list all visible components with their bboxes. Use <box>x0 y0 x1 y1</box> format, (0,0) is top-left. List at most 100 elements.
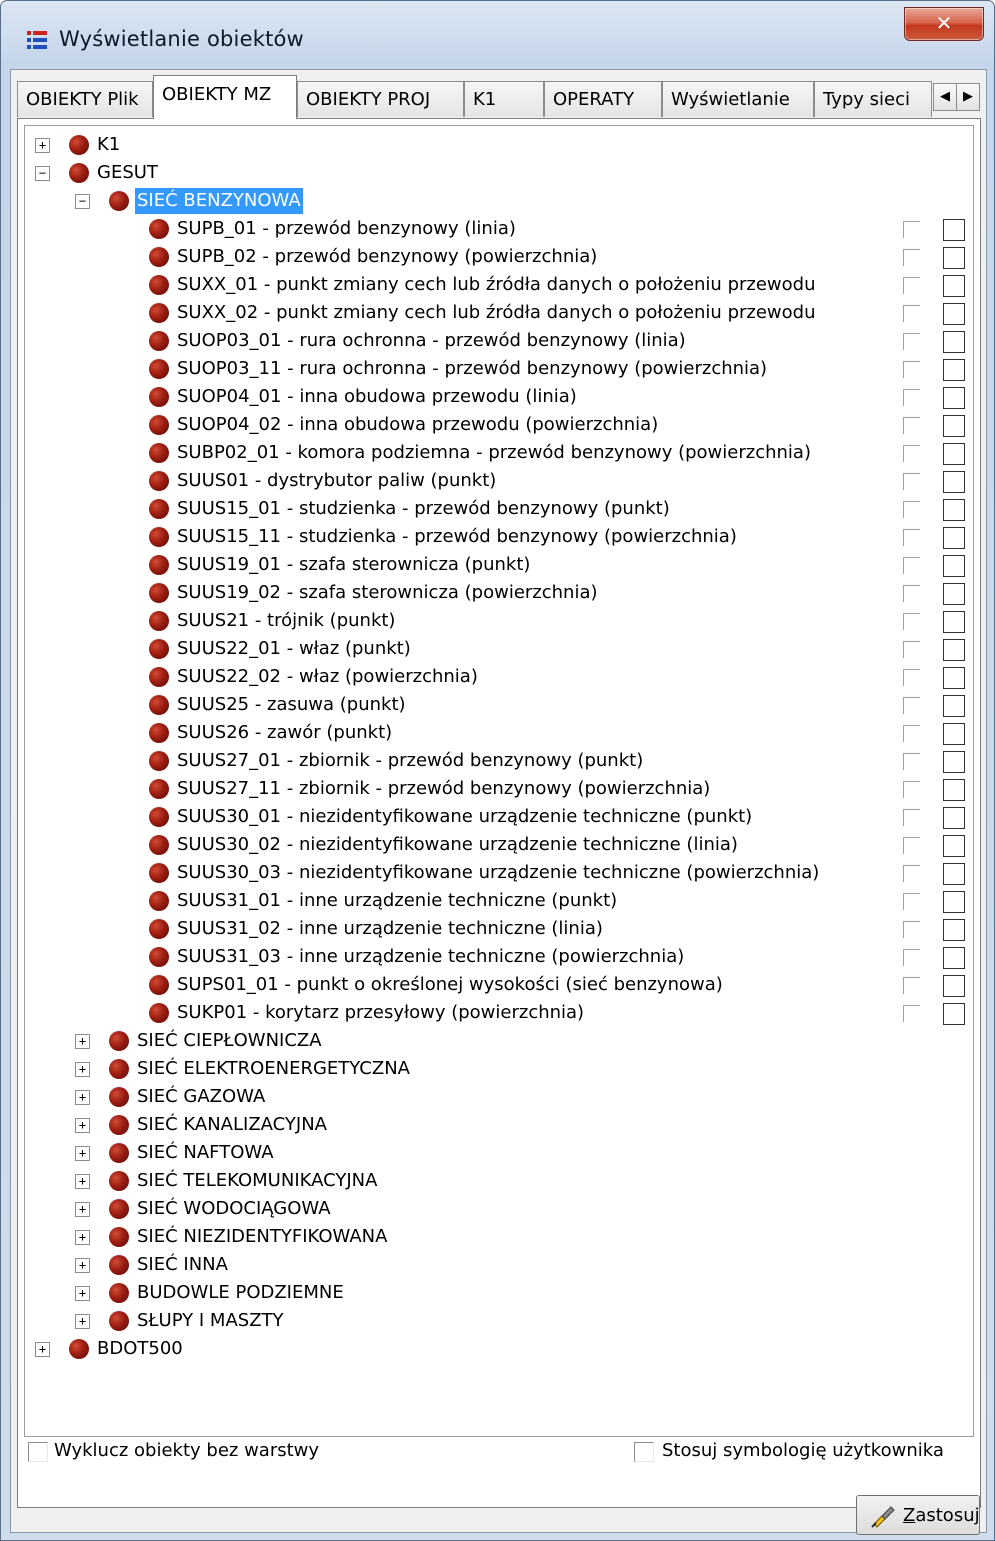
tree-item[interactable]: SUUS22_02 - właz (powierzchnia) <box>177 664 478 690</box>
tree-node-group[interactable]: SIEĆ INNA <box>137 1252 228 1278</box>
object-tree[interactable]: + K1− GESUT − SIEĆ BENZYNOWA SUPB_01 - przewó… <box>24 125 974 1437</box>
layer-visibility-checkbox[interactable] <box>943 807 965 829</box>
tab-scroll-left-button[interactable]: ◀ <box>933 83 957 111</box>
tree-node-group[interactable]: SIEĆ KANALIZACYJNA <box>137 1112 327 1138</box>
layer-visibility-checkbox[interactable] <box>943 611 965 633</box>
collapse-icon[interactable]: − <box>75 194 90 209</box>
layer-visibility-checkbox[interactable] <box>943 415 965 437</box>
tree-item[interactable]: SUBP02_01 - komora podziemna - przewód b… <box>177 440 811 466</box>
layer-visibility-checkbox[interactable] <box>943 219 965 241</box>
layer-visibility-checkbox[interactable] <box>943 471 965 493</box>
tree-node-group[interactable]: SIEĆ ELEKTROENERGETYCZNA <box>137 1056 410 1082</box>
tree-item[interactable]: SUUS30_02 - niezidentyfikowane urządzeni… <box>177 832 738 858</box>
tree-item[interactable]: SUPS01_01 - punkt o określonej wysokości… <box>177 972 723 998</box>
tab-obiekty-plik[interactable]: OBIEKTY Plik <box>17 81 153 117</box>
layer-visibility-checkbox[interactable] <box>943 891 965 913</box>
expand-icon[interactable]: + <box>75 1286 90 1301</box>
tree-item[interactable]: SUUS27_11 - zbiornik - przewód benzynowy… <box>177 776 710 802</box>
layer-visibility-checkbox[interactable] <box>943 723 965 745</box>
expand-icon[interactable]: + <box>75 1118 90 1133</box>
tree-item[interactable]: SUUS30_01 - niezidentyfikowane urządzeni… <box>177 804 752 830</box>
layer-visibility-checkbox[interactable] <box>943 863 965 885</box>
tree-item[interactable]: SUOP03_01 - rura ochronna - przewód benz… <box>177 328 686 354</box>
expand-icon[interactable]: + <box>75 1174 90 1189</box>
layer-visibility-checkbox[interactable] <box>943 779 965 801</box>
layer-visibility-checkbox[interactable] <box>943 1003 965 1025</box>
tree-item[interactable]: SUUS19_01 - szafa sterownicza (punkt) <box>177 552 530 578</box>
layer-visibility-checkbox[interactable] <box>943 695 965 717</box>
tab-wyswietlanie[interactable]: Wyświetlanie <box>662 81 814 117</box>
tree-item[interactable]: SUUS31_02 - inne urządzenie techniczne (… <box>177 916 603 942</box>
expand-icon[interactable]: + <box>75 1202 90 1217</box>
close-button[interactable]: ✕ <box>904 7 984 41</box>
expand-icon[interactable]: + <box>75 1230 90 1245</box>
expand-icon[interactable]: + <box>75 1062 90 1077</box>
tree-item[interactable]: SUUS25 - zasuwa (punkt) <box>177 692 406 718</box>
tree-item[interactable]: SUOP04_02 - inna obudowa przewodu (powie… <box>177 412 658 438</box>
layer-visibility-checkbox[interactable] <box>943 359 965 381</box>
layer-visibility-checkbox[interactable] <box>943 835 965 857</box>
tree-item[interactable]: SUXX_02 - punkt zmiany cech lub źródła d… <box>177 300 815 326</box>
tree-node-group[interactable]: SIEĆ GAZOWA <box>137 1084 265 1110</box>
tree-item[interactable]: SUUS30_03 - niezidentyfikowane urządzeni… <box>177 860 819 886</box>
user-symbology-checkbox[interactable] <box>634 1442 654 1462</box>
tree-item[interactable]: SUUS31_01 - inne urządzenie techniczne (… <box>177 888 617 914</box>
tree-item[interactable]: SUPB_01 - przewód benzynowy (linia) <box>177 216 516 242</box>
tab-operaty[interactable]: OPERATY <box>544 81 662 117</box>
layer-visibility-checkbox[interactable] <box>943 639 965 661</box>
tree-item[interactable]: SUPB_02 - przewód benzynowy (powierzchni… <box>177 244 597 270</box>
tree-item[interactable]: SUUS15_11 - studzienka - przewód benzyno… <box>177 524 737 550</box>
tree-item[interactable]: SUUS19_02 - szafa sterownicza (powierzch… <box>177 580 598 606</box>
tree-item[interactable]: SUUS15_01 - studzienka - przewód benzyno… <box>177 496 670 522</box>
tree-node-k1[interactable]: K1 <box>97 132 120 158</box>
tree-node-group[interactable]: SIEĆ NIEZIDENTYFIKOWANA <box>137 1224 387 1250</box>
exclude-objects-checkbox[interactable] <box>28 1442 48 1462</box>
tree-item[interactable]: SUUS21 - trójnik (punkt) <box>177 608 395 634</box>
layer-visibility-checkbox[interactable] <box>943 247 965 269</box>
tree-node-bdot500[interactable]: BDOT500 <box>97 1336 183 1362</box>
tree-node-group[interactable]: SŁUPY I MASZTY <box>137 1308 284 1334</box>
tree-node-group[interactable]: SIEĆ CIEPŁOWNICZA <box>137 1028 322 1054</box>
tab-typy-sieci[interactable]: Typy sieci <box>814 81 932 117</box>
layer-visibility-checkbox[interactable] <box>943 919 965 941</box>
layer-visibility-checkbox[interactable] <box>943 667 965 689</box>
tree-node-group[interactable]: SIEĆ TELEKOMUNIKACYJNA <box>137 1168 377 1194</box>
tree-item[interactable]: SUUS31_03 - inne urządzenie techniczne (… <box>177 944 684 970</box>
layer-visibility-checkbox[interactable] <box>943 275 965 297</box>
layer-visibility-checkbox[interactable] <box>943 527 965 549</box>
expand-icon[interactable]: + <box>35 138 50 153</box>
layer-visibility-checkbox[interactable] <box>943 751 965 773</box>
title-bar[interactable]: Wyświetlanie obiektów ✕ <box>1 1 994 69</box>
layer-visibility-checkbox[interactable] <box>943 443 965 465</box>
tree-node-group[interactable]: BUDOWLE PODZIEMNE <box>137 1280 344 1306</box>
tree-node-group[interactable]: SIEĆ NAFTOWA <box>137 1140 274 1166</box>
tab-k1[interactable]: K1 <box>464 81 544 117</box>
tree-item[interactable]: SUUS01 - dystrybutor paliw (punkt) <box>177 468 496 494</box>
tree-item[interactable]: SUOP04_01 - inna obudowa przewodu (linia… <box>177 384 577 410</box>
layer-visibility-checkbox[interactable] <box>943 583 965 605</box>
expand-icon[interactable]: + <box>75 1034 90 1049</box>
expand-icon[interactable]: + <box>35 1342 50 1357</box>
expand-icon[interactable]: + <box>75 1146 90 1161</box>
tree-node-gesut[interactable]: GESUT <box>97 160 158 186</box>
layer-visibility-checkbox[interactable] <box>943 947 965 969</box>
apply-button[interactable]: Zastosuj <box>856 1495 980 1535</box>
layer-visibility-checkbox[interactable] <box>943 331 965 353</box>
expand-icon[interactable]: + <box>75 1258 90 1273</box>
tab-obiekty-proj[interactable]: OBIEKTY PROJ <box>297 81 464 117</box>
layer-visibility-checkbox[interactable] <box>943 499 965 521</box>
tree-node-group[interactable]: SIEĆ WODOCIĄGOWA <box>137 1196 331 1222</box>
tree-item[interactable]: SUUS26 - zawór (punkt) <box>177 720 392 746</box>
expand-icon[interactable]: + <box>75 1314 90 1329</box>
layer-visibility-checkbox[interactable] <box>943 555 965 577</box>
tree-node-siec-benzynowa[interactable]: SIEĆ BENZYNOWA <box>135 188 303 214</box>
tab-obiekty-mz[interactable]: OBIEKTY MZ <box>153 75 297 119</box>
tree-item[interactable]: SUUS27_01 - zbiornik - przewód benzynowy… <box>177 748 643 774</box>
tab-scroll-right-button[interactable]: ▶ <box>956 83 980 111</box>
collapse-icon[interactable]: − <box>35 166 50 181</box>
layer-visibility-checkbox[interactable] <box>943 387 965 409</box>
tree-item[interactable]: SUXX_01 - punkt zmiany cech lub źródła d… <box>177 272 815 298</box>
expand-icon[interactable]: + <box>75 1090 90 1105</box>
tree-item[interactable]: SUUS22_01 - właz (punkt) <box>177 636 411 662</box>
layer-visibility-checkbox[interactable] <box>943 303 965 325</box>
